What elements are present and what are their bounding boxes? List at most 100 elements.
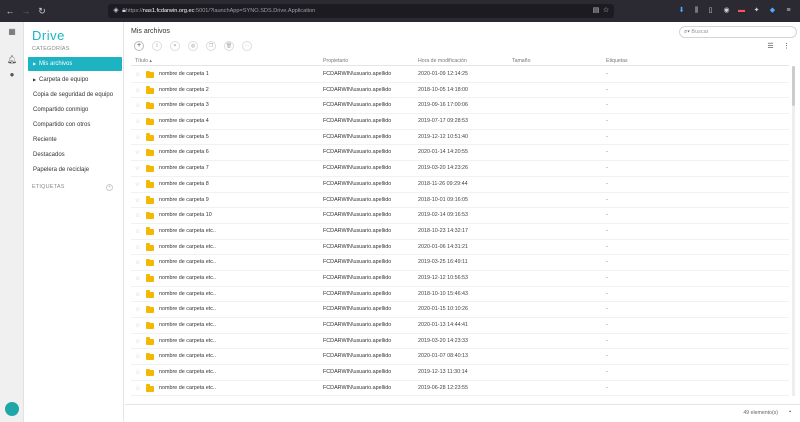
more-options-icon[interactable]: ⋯ — [242, 41, 252, 51]
scrollbar[interactable] — [792, 66, 795, 396]
folder-name[interactable]: nombre de carpeta 7 — [159, 165, 209, 171]
sidebar-item-computer-backup[interactable]: Copia de seguridad de equipo — [28, 88, 122, 102]
upload-icon[interactable]: ⇧ — [152, 41, 162, 51]
star-icon[interactable]: ☆ — [135, 306, 140, 313]
download-icon[interactable]: ⬇ — [677, 6, 686, 15]
sidebar-item-recycle-bin[interactable]: Papelera de reciclaje — [28, 163, 122, 177]
star-icon[interactable]: ☆ — [135, 338, 140, 345]
table-row[interactable]: ☆ nombre de carpeta 2 FCDARWIN\usuario.ape… — [131, 83, 789, 99]
sidebar-item-team-folder[interactable]: ▶ Carpeta de equipo — [28, 73, 122, 87]
sidebar-item-recent[interactable]: Reciente — [28, 133, 122, 147]
addon-shield-icon[interactable]: ◆ — [768, 6, 777, 15]
table-row[interactable]: ☆ nombre de carpeta etc.. FCDARWIN\usuario… — [131, 240, 789, 256]
sidebar-item-starred[interactable]: Destacados — [28, 148, 122, 162]
table-row[interactable]: ☆ nombre de carpeta 7 FCDARWIN\usuario.ape… — [131, 161, 789, 177]
star-icon[interactable]: ☆ — [135, 369, 140, 376]
table-row[interactable]: ☆ nombre de carpeta 5 FCDARWIN\usuario.ape… — [131, 130, 789, 146]
table-row[interactable]: ☆ nombre de carpeta etc.. FCDARWIN\usuario… — [131, 349, 789, 366]
star-icon[interactable]: ☆ — [135, 385, 140, 392]
column-title[interactable]: Título ▴ — [135, 58, 152, 64]
table-row[interactable]: ☆ nombre de carpeta 8 FCDARWIN\usuario.ape… — [131, 177, 789, 193]
table-row[interactable]: ☆ nombre de carpeta 10 FCDARWIN\usuario.ap… — [131, 208, 789, 224]
star-icon[interactable]: ☆ — [135, 149, 140, 156]
new-button[interactable]: + — [134, 41, 144, 51]
folder-name[interactable]: nombre de carpeta 4 — [159, 118, 209, 124]
table-row[interactable]: ☆ nombre de carpeta etc.. FCDARWIN\usuario… — [131, 302, 789, 318]
sync-status-icon[interactable]: ◔ — [785, 408, 794, 417]
folder-name[interactable]: nombre de carpeta etc.. — [159, 306, 216, 312]
star-icon[interactable]: ☆ — [135, 134, 140, 141]
column-tags[interactable]: Etiquetas — [606, 58, 628, 64]
table-row[interactable]: ☆ nombre de carpeta etc.. FCDARWIN\usuario… — [131, 334, 789, 350]
star-icon[interactable]: ☆ — [135, 291, 140, 298]
star-icon[interactable]: ☆ — [135, 165, 140, 172]
folder-name[interactable]: nombre de carpeta etc.. — [159, 385, 216, 391]
sidebar-toggle-icon[interactable]: ▯ — [706, 6, 715, 15]
search-input[interactable]: ⌕▾ Buscar — [679, 26, 797, 38]
reload-icon[interactable]: ↻ — [36, 5, 48, 17]
folder-name[interactable]: nombre de carpeta 9 — [159, 197, 209, 203]
folder-name[interactable]: nombre de carpeta 2 — [159, 87, 209, 93]
sidebar-item-shared-with-others[interactable]: Compartido con otros — [28, 118, 122, 132]
forward-icon[interactable]: → — [20, 5, 32, 17]
folder-name[interactable]: nombre de carpeta etc.. — [159, 322, 216, 328]
folder-name[interactable]: nombre de carpeta etc.. — [159, 291, 216, 297]
table-row[interactable]: ☆ nombre de carpeta etc.. FCDARWIN\usuario… — [131, 381, 789, 397]
star-icon[interactable]: ☆ — [135, 118, 140, 125]
star-icon[interactable]: ☆ — [135, 71, 140, 78]
table-row[interactable]: ☆ nombre de carpeta 3 FCDARWIN\usuario.ape… — [131, 98, 789, 115]
star-icon[interactable]: ☆ — [135, 353, 140, 360]
delete-icon[interactable]: 🗑︎ — [224, 41, 234, 51]
folder-name[interactable]: nombre de carpeta 8 — [159, 181, 209, 187]
address-bar[interactable]: ◈ 🔒︎ https://nas1.fcdarwin.org.ec:5001/?… — [108, 4, 614, 18]
star-icon[interactable]: ☆ — [135, 197, 140, 204]
table-row[interactable]: ☆ nombre de carpeta etc.. FCDARWIN\usuario… — [131, 255, 789, 271]
list-view-icon[interactable]: ☰ — [766, 43, 775, 51]
column-modified[interactable]: Hora de modificación — [418, 58, 467, 64]
add-tag-icon[interactable]: + — [106, 184, 113, 191]
folder-name[interactable]: nombre de carpeta etc.. — [159, 275, 216, 281]
library-icon[interactable]: ⫼ — [692, 6, 701, 15]
table-row[interactable]: ☆ nombre de carpeta 1 FCDARWIN\usuario.ape… — [131, 67, 789, 83]
label-icon[interactable]: ◍ — [188, 41, 198, 51]
star-icon[interactable]: ☆ — [135, 181, 140, 188]
folder-name[interactable]: nombre de carpeta etc.. — [159, 228, 216, 234]
folder-name[interactable]: nombre de carpeta 5 — [159, 134, 209, 140]
table-row[interactable]: ☆ nombre de carpeta etc.. FCDARWIN\usuario… — [131, 224, 789, 240]
copy-icon[interactable]: ❐ — [206, 41, 216, 51]
star-icon[interactable]: ☆ — [135, 212, 140, 219]
share-link-icon[interactable]: ⚭ — [170, 41, 180, 51]
folder-name[interactable]: nombre de carpeta 10 — [159, 212, 212, 218]
addon-translate-icon[interactable]: ✦ — [752, 6, 761, 15]
table-row[interactable]: ☆ nombre de carpeta etc.. FCDARWIN\usuario… — [131, 287, 789, 303]
back-icon[interactable]: ← — [4, 5, 16, 17]
sidebar-item-my-files[interactable]: ▶ Mis archivos — [28, 57, 122, 71]
bookmark-star-icon[interactable]: ☆ — [602, 7, 610, 15]
lock-icon[interactable]: 🔒︎ — [120, 7, 128, 15]
star-icon[interactable]: ☆ — [135, 87, 140, 94]
folder-name[interactable]: nombre de carpeta etc.. — [159, 259, 216, 265]
table-row[interactable]: ☆ nombre de carpeta etc.. FCDARWIN\usuario… — [131, 365, 789, 381]
star-icon[interactable]: ☆ — [135, 228, 140, 235]
scrollbar-thumb[interactable] — [792, 66, 795, 106]
user-icon[interactable]: ● — [7, 70, 17, 80]
shield-icon[interactable]: ◈ — [112, 7, 120, 15]
table-row[interactable]: ☆ nombre de carpeta 9 FCDARWIN\usuario.ape… — [131, 193, 789, 209]
folder-name[interactable]: nombre de carpeta 3 — [159, 102, 209, 108]
addon-red-icon[interactable]: ▬ — [737, 6, 746, 15]
menu-icon[interactable]: ≡ — [784, 6, 793, 15]
star-icon[interactable]: ☆ — [135, 259, 140, 266]
drive-client-icon[interactable] — [5, 402, 19, 416]
folder-name[interactable]: nombre de carpeta etc.. — [159, 353, 216, 359]
column-owner[interactable]: Propietario — [323, 58, 348, 64]
reader-view-icon[interactable]: ▤ — [592, 7, 600, 15]
table-row[interactable]: ☆ nombre de carpeta etc.. FCDARWIN\usuario… — [131, 318, 789, 334]
table-row[interactable]: ☆ nombre de carpeta etc.. FCDARWIN\usuario… — [131, 271, 789, 287]
view-options-icon[interactable]: ⋮ — [782, 43, 791, 51]
folder-name[interactable]: nombre de carpeta 1 — [159, 71, 209, 77]
grid-menu-icon[interactable]: ▦ — [7, 27, 17, 37]
folder-name[interactable]: nombre de carpeta etc.. — [159, 244, 216, 250]
column-size[interactable]: Tamaño — [512, 58, 530, 64]
notification-bell-icon[interactable]: 🔔︎ — [7, 55, 17, 65]
star-icon[interactable]: ☆ — [135, 102, 140, 109]
